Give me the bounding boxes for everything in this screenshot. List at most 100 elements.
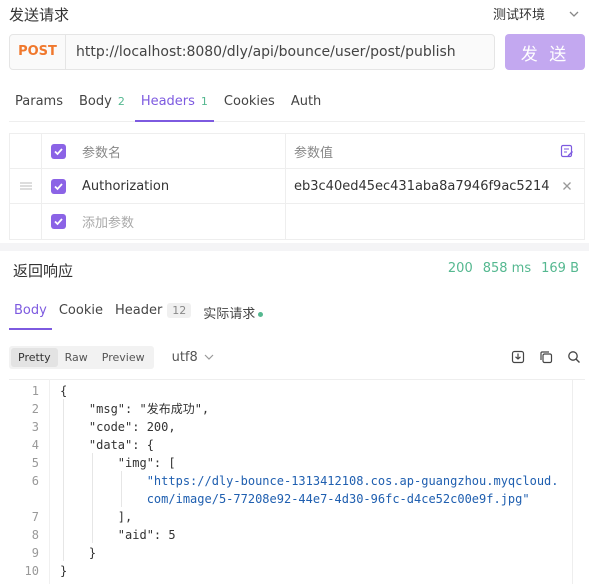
tab-label: Params	[15, 94, 63, 109]
row-checkbox[interactable]	[42, 204, 74, 239]
page-title: 发送请求	[9, 6, 70, 24]
tab-cookies[interactable]: Cookies	[218, 86, 281, 122]
tab-response-body[interactable]: Body	[9, 296, 52, 330]
tab-headers[interactable]: Headers 1	[134, 86, 214, 122]
line-number: 2	[31, 402, 39, 416]
code-text-url[interactable]: com/image/5-77208e92-44e7-4d30-96fc-d4ce…	[60, 490, 530, 508]
tab-label: 实际请求	[203, 307, 256, 322]
tab-label: Cookies	[223, 94, 275, 109]
url-bar: POST	[9, 34, 495, 70]
response-size: 169 B	[541, 261, 579, 276]
response-body-viewer[interactable]: 1{ 2 "msg": "发布成功", 3 "code": 200, 4 "da…	[9, 379, 585, 584]
download-icon[interactable]	[511, 350, 525, 364]
line-number: 3	[31, 420, 39, 434]
code-text-url[interactable]: "https://dly-bounce-1313412108.cos.ap-gu…	[60, 472, 559, 490]
tab-response-header[interactable]: Header 12	[110, 296, 196, 330]
delete-icon[interactable]	[560, 179, 574, 193]
code-line: com/image/5-77208e92-44e7-4d30-96fc-d4ce…	[9, 490, 585, 508]
tab-label: Body	[14, 303, 47, 318]
check-icon	[53, 218, 63, 226]
drag-handle-icon	[19, 182, 32, 190]
code-line: 7 ],	[9, 508, 585, 526]
tab-body[interactable]: Body 2	[73, 86, 131, 122]
line-number: 5	[31, 456, 39, 470]
tab-actual-request[interactable]: 实际请求	[198, 296, 268, 330]
response-time: 858 ms	[482, 261, 532, 276]
view-raw[interactable]: Raw	[58, 348, 95, 367]
select-all-checkbox[interactable]	[42, 134, 74, 168]
line-number: 10	[24, 564, 39, 578]
code-line: 8 "aid": 5	[9, 526, 585, 544]
line-number: 4	[31, 438, 39, 452]
check-icon	[53, 182, 63, 190]
tab-response-cookie[interactable]: Cookie	[54, 296, 108, 330]
checkbox-box	[50, 178, 66, 194]
tab-params[interactable]: Params	[9, 86, 69, 122]
code-text: }	[60, 546, 97, 560]
tab-auth[interactable]: Auth	[285, 86, 327, 122]
indent-guide	[121, 471, 122, 507]
view-preview[interactable]: Preview	[95, 348, 152, 367]
checkbox-box	[50, 214, 66, 229]
code-line: 4 "data": {	[9, 436, 585, 454]
encoding-select[interactable]: utf8	[172, 350, 214, 365]
section-divider	[0, 243, 589, 251]
line-number: 9	[31, 546, 39, 560]
headers-table: 参数名 参数值 Authorization eb3c40ed45ec431aba…	[9, 133, 585, 240]
code-line: 3 "code": 200,	[9, 418, 585, 436]
environment-select[interactable]: 测试环境	[493, 4, 579, 23]
column-name-header: 参数名	[74, 134, 286, 168]
tab-count: 12	[167, 303, 192, 318]
code-text: "data": {	[60, 438, 154, 452]
table-row: Authorization eb3c40ed45ec431aba8a7946f9…	[10, 169, 584, 204]
add-param-input[interactable]: 添加参数	[74, 204, 286, 239]
code-line: 2 "msg": "发布成功",	[9, 400, 585, 418]
copy-icon[interactable]	[539, 350, 553, 364]
code-text: "aid": 5	[60, 528, 176, 542]
tab-label: Header	[114, 303, 163, 318]
line-number: 7	[31, 510, 39, 524]
view-toolbar: Pretty Raw Preview utf8	[9, 344, 585, 370]
tab-label: Cookie	[58, 303, 103, 318]
code-text: {	[60, 384, 68, 398]
indent-guide	[63, 399, 64, 561]
response-meta: 200 858 ms 169 B	[448, 261, 579, 276]
add-value-input[interactable]	[286, 204, 584, 239]
column-value-label: 参数值	[294, 145, 334, 161]
view-pretty[interactable]: Pretty	[11, 347, 58, 367]
header-value-cell[interactable]: eb3c40ed45ec431aba8a7946f9ac5214	[286, 169, 584, 203]
tab-label: Auth	[290, 94, 322, 109]
line-number: 6	[31, 474, 39, 488]
gutter-divider	[49, 379, 50, 584]
code-text: }	[60, 564, 68, 578]
response-tools	[511, 350, 581, 364]
top-bar: 发送请求 测试环境	[0, 0, 589, 28]
table-row-add: 添加参数	[10, 204, 584, 239]
code-text: "msg": "发布成功",	[60, 402, 210, 416]
code-line: 9 }	[9, 544, 585, 562]
search-icon[interactable]	[567, 350, 581, 364]
tab-label: Body	[78, 94, 112, 109]
code-text: "img": [	[60, 456, 176, 470]
drag-column	[10, 134, 42, 168]
header-name-cell[interactable]: Authorization	[74, 169, 286, 203]
send-button[interactable]: 发 送	[505, 34, 585, 70]
method-select[interactable]: POST	[10, 35, 66, 69]
code-line: 6 "https://dly-bounce-1313412108.cos.ap-…	[9, 472, 585, 490]
drag-handle[interactable]	[10, 169, 42, 203]
row-checkbox[interactable]	[42, 169, 74, 203]
tab-count: 2	[117, 95, 125, 108]
header-value-text: eb3c40ed45ec431aba8a7946f9ac5214	[294, 178, 550, 194]
chevron-down-icon	[569, 11, 579, 17]
line-number: 8	[31, 528, 39, 542]
bulk-edit-icon[interactable]	[560, 144, 574, 158]
vertical-scrollbar[interactable]	[572, 380, 585, 584]
code-line: 1{	[9, 382, 585, 400]
code-text: ],	[60, 510, 133, 524]
status-code: 200	[447, 261, 473, 276]
status-dot	[258, 312, 264, 317]
request-tabs: Params Body 2 Headers 1 Cookies Auth	[9, 86, 585, 122]
url-input[interactable]	[66, 35, 494, 69]
line-number: 1	[31, 384, 39, 398]
encoding-label: utf8	[171, 349, 198, 365]
